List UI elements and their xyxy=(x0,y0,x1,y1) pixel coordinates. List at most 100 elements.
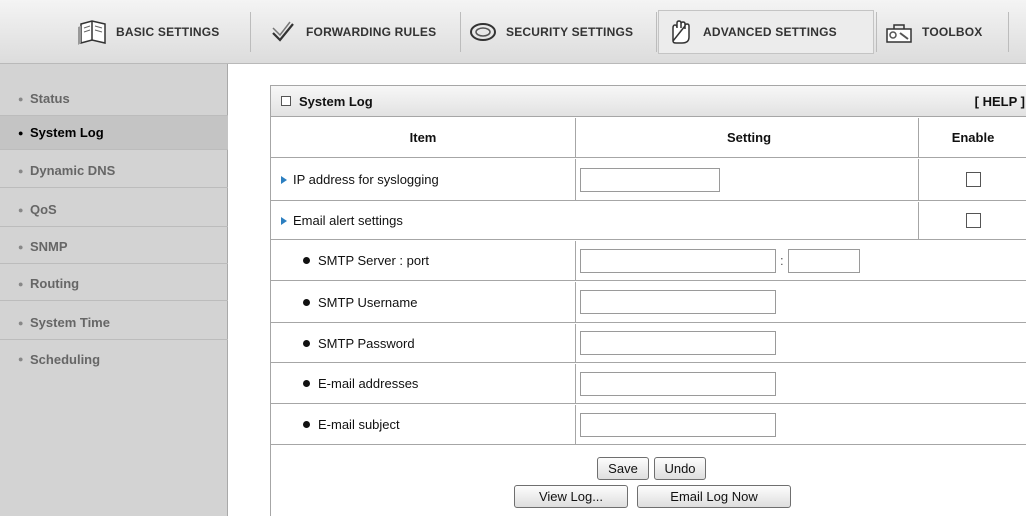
tab-divider xyxy=(250,12,251,52)
tab-divider xyxy=(876,12,877,52)
email-subject-input[interactable] xyxy=(580,412,776,437)
table-row-email-addresses: E-mail addresses xyxy=(271,364,1026,404)
smtp-server-input[interactable] xyxy=(580,248,776,273)
ip-label: IP address for syslogging xyxy=(293,172,439,187)
tab-label: BASIC SETTINGS xyxy=(116,25,220,39)
bullet-icon: ● xyxy=(18,165,24,176)
bullet-icon xyxy=(303,421,310,428)
lock-ring-icon xyxy=(468,17,498,47)
panel-title: System Log xyxy=(299,93,373,109)
smtp-password-label: SMTP Password xyxy=(318,335,415,351)
bullet-icon: ● xyxy=(18,354,24,364)
smtp-username-input[interactable] xyxy=(580,290,776,314)
sidebar-item-label: Status xyxy=(30,91,70,106)
smtp-username-label: SMTP Username xyxy=(318,294,418,310)
sidebar-item-system-log[interactable]: ● System Log xyxy=(0,116,228,150)
book-icon xyxy=(78,17,108,47)
sidebar-item-scheduling[interactable]: ● Scheduling xyxy=(0,342,228,376)
sidebar-item-label: Scheduling xyxy=(30,351,101,367)
sidebar-item-label: System Log xyxy=(30,125,104,140)
row-enable-cell xyxy=(919,159,1026,200)
sidebar-item-label: System Time xyxy=(30,315,110,330)
row-label-cell: Email alert settings xyxy=(271,202,919,239)
row-label-cell: IP address for syslogging xyxy=(271,159,576,200)
table-row-ip: IP address for syslogging xyxy=(271,159,1026,201)
row-setting-cell xyxy=(576,282,919,322)
email-addresses-input[interactable] xyxy=(580,371,776,396)
smtp-port-input[interactable] xyxy=(787,248,860,273)
smtp-server-label: SMTP Server : port xyxy=(318,253,430,268)
top-nav-bar: BASIC SETTINGS FORWARDING RULES SECURITY… xyxy=(0,0,1026,64)
bullet-icon xyxy=(303,339,310,347)
row-label-cell: SMTP Password xyxy=(271,324,576,362)
bullet-icon: ● xyxy=(18,278,24,289)
email-alert-enable-checkbox[interactable] xyxy=(965,213,981,228)
bullet-icon: ● xyxy=(18,317,24,328)
table-row-email-subject: E-mail subject xyxy=(271,405,1026,445)
tab-basic-settings[interactable]: BASIC SETTINGS xyxy=(78,10,219,54)
bullet-icon: ● xyxy=(18,241,24,252)
syslog-ip-input[interactable] xyxy=(580,167,720,192)
tab-label: ADVANCED SETTINGS xyxy=(703,25,837,39)
email-alert-label: Email alert settings xyxy=(293,213,403,228)
tab-divider xyxy=(460,12,461,52)
table-row-email-alert: Email alert settings xyxy=(271,202,1026,240)
sidebar: ● Status ● System Log ● Dynamic DNS ● Qo… xyxy=(0,64,228,516)
tab-label: FORWARDING RULES xyxy=(306,25,437,39)
email-addresses-label: E-mail addresses xyxy=(318,376,419,391)
undo-button[interactable]: Undo xyxy=(654,457,706,480)
arrows-icon xyxy=(268,17,298,47)
tab-security-settings[interactable]: SECURITY SETTINGS xyxy=(468,10,633,54)
view-log-button[interactable]: View Log... xyxy=(514,485,628,508)
row-setting-cell xyxy=(576,159,919,200)
row-setting-cell xyxy=(576,405,919,444)
tab-label: TOOLBOX xyxy=(922,25,983,39)
sidebar-item-label: Routing xyxy=(30,276,80,291)
row-setting-cell xyxy=(576,324,919,362)
save-button[interactable]: Save xyxy=(597,457,649,480)
syslog-enable-checkbox[interactable] xyxy=(965,172,981,187)
table-row-smtp-username: SMTP Username xyxy=(271,282,1026,323)
sidebar-item-label: SNMP xyxy=(30,239,68,254)
sidebar-item-label: QoS xyxy=(30,202,57,217)
row-label-cell: E-mail subject xyxy=(271,405,576,444)
table-header-row: Item Setting Enable xyxy=(271,118,1026,158)
tab-forwarding-rules[interactable]: FORWARDING RULES xyxy=(268,10,436,54)
header-enable: Enable xyxy=(951,130,995,145)
bullet-icon xyxy=(303,257,310,264)
panel-header: System Log [ HELP ] xyxy=(271,86,1026,117)
row-setting-cell: : xyxy=(576,241,919,280)
sidebar-item-qos[interactable]: ● QoS xyxy=(0,193,228,227)
table-row-smtp-server: SMTP Server : port : xyxy=(271,241,1026,281)
bullet-icon xyxy=(303,380,310,387)
help-link[interactable]: [ HELP ] xyxy=(975,94,1025,109)
system-log-panel: System Log [ HELP ] Item Setting Enable … xyxy=(270,85,1026,516)
sidebar-item-snmp[interactable]: ● SNMP xyxy=(0,230,228,264)
tab-divider xyxy=(656,12,657,52)
hand-icon xyxy=(665,17,695,47)
row-label-cell: SMTP Server : port xyxy=(271,241,576,280)
toolbox-icon xyxy=(884,17,914,47)
tab-advanced-settings[interactable]: ADVANCED SETTINGS xyxy=(658,10,874,54)
bullet-icon: ● xyxy=(18,127,24,138)
sidebar-item-status[interactable]: ● Status xyxy=(0,82,228,116)
sidebar-item-routing[interactable]: ● Routing xyxy=(0,267,228,301)
table-row-smtp-password: SMTP Password xyxy=(271,324,1026,363)
smtp-password-input[interactable] xyxy=(580,331,776,355)
header-item: Item xyxy=(271,118,576,157)
sidebar-item-system-time[interactable]: ● System Time xyxy=(0,306,228,340)
email-subject-label: E-mail subject xyxy=(318,417,400,432)
arrow-right-icon xyxy=(281,175,287,184)
sidebar-item-dynamic-dns[interactable]: ● Dynamic DNS xyxy=(0,154,228,188)
square-icon xyxy=(281,96,291,106)
header-setting: Setting xyxy=(576,118,919,157)
arrow-right-icon xyxy=(281,216,287,225)
bullet-icon: ● xyxy=(18,93,24,104)
sidebar-item-label: Dynamic DNS xyxy=(30,163,116,178)
tab-toolbox[interactable]: TOOLBOX xyxy=(884,10,983,54)
bullet-icon xyxy=(303,298,310,306)
row-label-cell: E-mail addresses xyxy=(271,364,576,403)
row-enable-cell xyxy=(919,202,1026,239)
row-setting-cell xyxy=(576,364,919,403)
email-log-now-button[interactable]: Email Log Now xyxy=(637,485,791,508)
